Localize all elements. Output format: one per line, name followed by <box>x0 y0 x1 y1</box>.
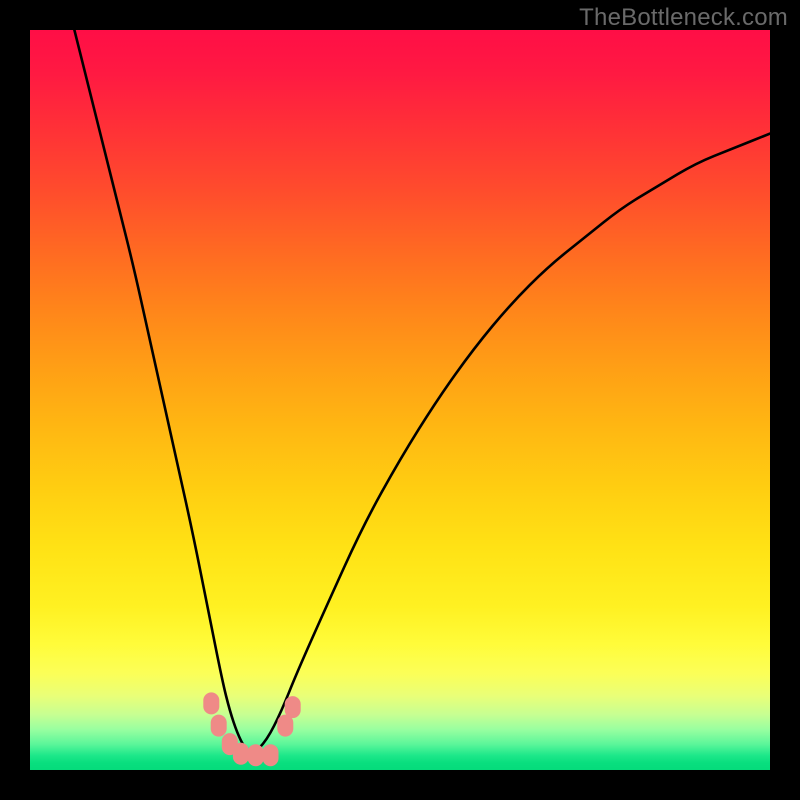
marker-dot <box>233 743 249 765</box>
marker-group <box>203 692 300 766</box>
marker-dot <box>277 715 293 737</box>
marker-dot <box>263 744 279 766</box>
marker-dot <box>211 715 227 737</box>
marker-dot <box>248 744 264 766</box>
marker-dot <box>203 692 219 714</box>
highlight-markers <box>30 30 770 770</box>
watermark: TheBottleneck.com <box>579 4 788 32</box>
marker-dot <box>285 696 301 718</box>
plot-area <box>30 30 770 770</box>
chart-frame: TheBottleneck.com <box>0 0 800 800</box>
